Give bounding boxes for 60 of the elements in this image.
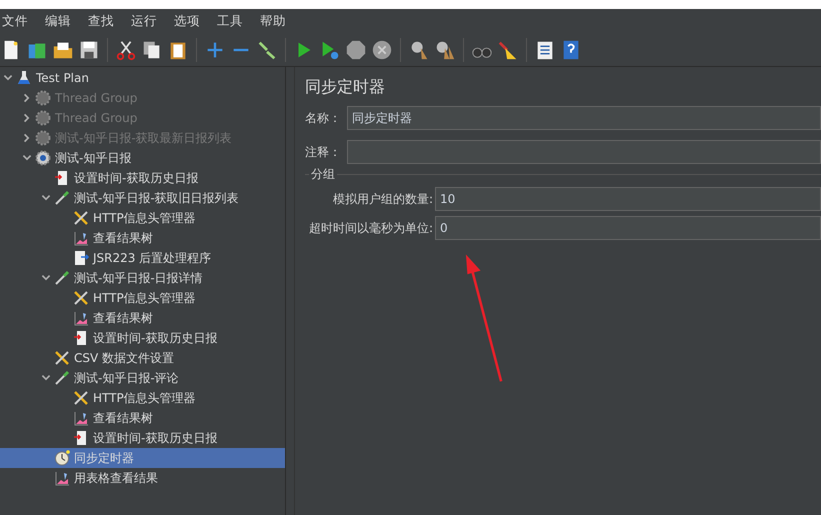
- menu-item[interactable]: 选项: [174, 12, 209, 30]
- tree-item[interactable]: CSV 数据文件设置: [0, 348, 285, 368]
- tree-item[interactable]: Test Plan: [0, 68, 285, 88]
- field-label: 名称：: [305, 110, 342, 126]
- document-icon: [54, 170, 70, 186]
- tree-item[interactable]: 查看结果树: [0, 408, 285, 428]
- tree-item[interactable]: 设置时间-获取历史日报: [0, 328, 285, 348]
- chart-icon: [73, 230, 89, 246]
- menu-item[interactable]: 查找: [88, 12, 123, 30]
- tree-item[interactable]: 设置时间-获取历史日报: [0, 168, 285, 188]
- tree-item[interactable]: HTTP信息头管理器: [0, 388, 285, 408]
- tree-item[interactable]: 测试-知乎日报-日报详情: [0, 268, 285, 288]
- menu-item[interactable]: 帮助: [260, 12, 295, 30]
- menu-item[interactable]: 文件: [2, 12, 37, 30]
- wrench-icon: [73, 390, 89, 406]
- document-icon: [73, 430, 89, 446]
- chart-icon: [73, 310, 89, 326]
- field-label: 注释：: [305, 144, 342, 160]
- input-field[interactable]: 10: [435, 187, 821, 211]
- input-field[interactable]: 0: [435, 216, 821, 240]
- group-legend: 分组: [309, 166, 337, 183]
- tree-item[interactable]: 测试-知乎日报-获取旧日报列表: [0, 188, 285, 208]
- tree-item[interactable]: 测试-知乎日报-评论: [0, 368, 285, 388]
- wrench-icon: [73, 210, 89, 226]
- tree-item[interactable]: JSR223 后置处理程序: [0, 248, 285, 268]
- gear-icon: [35, 150, 51, 166]
- tree-item[interactable]: HTTP信息头管理器: [0, 288, 285, 308]
- menu-item[interactable]: 编辑: [45, 12, 80, 30]
- tree-item[interactable]: HTTP信息头管理器: [0, 208, 285, 228]
- gear-icon: [35, 90, 51, 106]
- wrench-icon: [54, 350, 70, 366]
- tree-item[interactable]: 查看结果树: [0, 228, 285, 248]
- clock-icon: [54, 450, 70, 466]
- name-field[interactable]: 同步定时器: [347, 106, 821, 130]
- pipette-icon: [54, 190, 70, 206]
- wrench-icon: [73, 290, 89, 306]
- pipette-icon: [54, 270, 70, 286]
- chart-icon: [73, 410, 89, 426]
- reset-icon[interactable]: [497, 38, 519, 60]
- comment-field[interactable]: [347, 140, 821, 164]
- tree-item[interactable]: 测试-知乎日报: [0, 148, 285, 168]
- tree-item[interactable]: 设置时间-获取历史日报: [0, 428, 285, 448]
- gear-icon: [35, 110, 51, 126]
- stop-icon[interactable]: [345, 38, 367, 60]
- gear-icon: [35, 130, 51, 146]
- document-icon: [73, 330, 89, 346]
- shutdown-icon[interactable]: [371, 38, 393, 60]
- field-label: 模拟用户组的数量:: [332, 190, 434, 208]
- menu-item[interactable]: 工具: [217, 12, 252, 30]
- chart-icon: [54, 470, 70, 486]
- tree-item[interactable]: 用表格查看结果: [0, 468, 285, 488]
- flask-icon: [16, 70, 32, 86]
- document-icon: [73, 250, 89, 266]
- tree-item[interactable]: 同步定时器: [0, 448, 285, 468]
- panel-title: 同步定时器: [305, 77, 386, 98]
- pipette-icon: [54, 370, 70, 386]
- cut-icon[interactable]: [115, 38, 137, 60]
- menu-item[interactable]: 运行: [131, 12, 166, 30]
- field-label: 超时时间以毫秒为单位:: [308, 220, 434, 236]
- tree-item[interactable]: 查看结果树: [0, 308, 285, 328]
